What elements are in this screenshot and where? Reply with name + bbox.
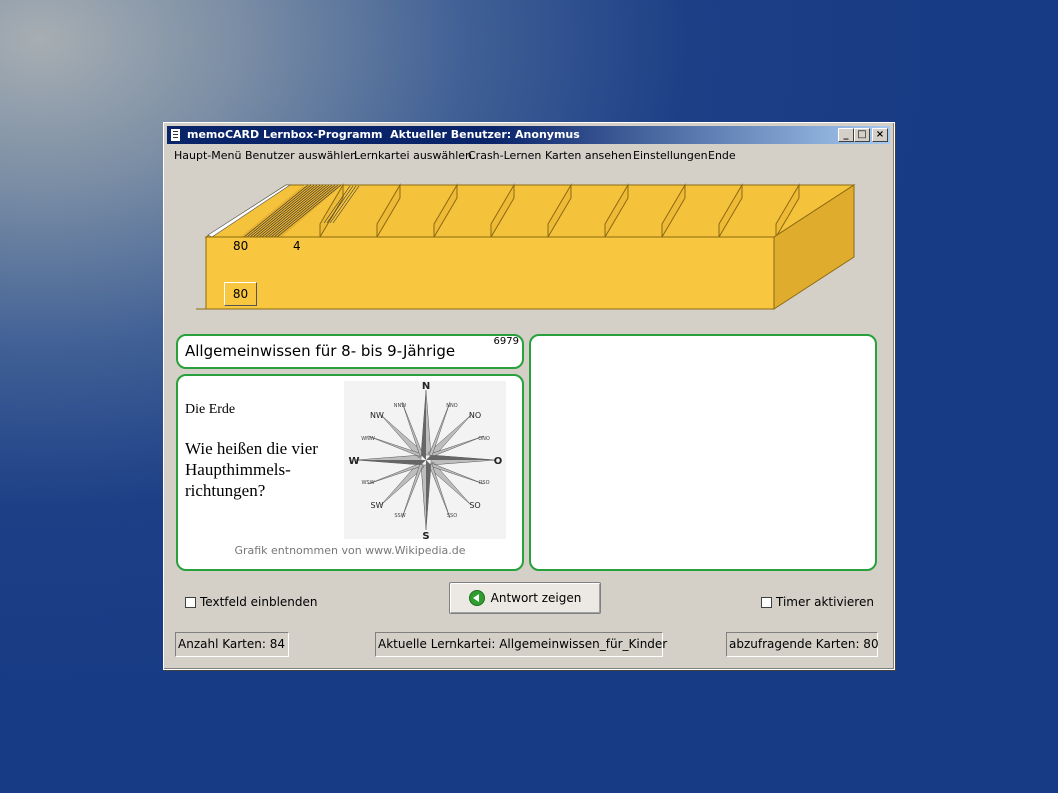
main-window: memoCARD Lernbox-Programm Aktueller Benu…	[163, 122, 895, 670]
card-id: 6979	[493, 336, 519, 347]
compartment-1-button[interactable]: 80	[224, 282, 257, 306]
topic-panel: Allgemeinwissen für 8- bis 9-Jährige 697…	[176, 334, 524, 369]
question-line: Wie heißen die vier	[185, 439, 318, 458]
compass-no: NO	[469, 411, 481, 420]
textfield-toggle[interactable]: Textfeld einblenden	[185, 595, 318, 609]
question-line: richtungen?	[185, 481, 266, 500]
compass-rose: N S W O NW NO SW SO NNW NNO WNW ONO WSW …	[348, 381, 503, 542]
compass-nnw: NNW	[394, 403, 406, 409]
show-answer-label: Antwort zeigen	[490, 591, 582, 605]
timer-label: Timer aktivieren	[776, 595, 874, 609]
compass-ssw: SSW	[394, 513, 405, 519]
compass-sw: SW	[371, 501, 384, 510]
show-answer-button[interactable]: Antwort zeigen	[449, 582, 601, 614]
question-panel: Die Erde Wie heißen die vier Haupthimmel…	[176, 374, 524, 571]
answer-panel	[529, 334, 877, 571]
compass-south: S	[422, 531, 429, 539]
image-credit: Grafik entnommen von www.Wikipedia.de	[234, 544, 466, 557]
compass-west: W	[348, 456, 359, 467]
status-card-count: Anzahl Karten: 84	[175, 632, 289, 657]
compass-north: N	[422, 381, 430, 392]
compass-so: SO	[469, 501, 480, 510]
timer-checkbox[interactable]	[761, 596, 772, 608]
back-arrow-icon	[468, 590, 485, 606]
compass-ono: ONO	[478, 436, 490, 442]
compass-nno: NNO	[446, 403, 457, 409]
question-line: Haupthimmels-	[185, 460, 291, 479]
status-cards-to-query: abzufragende Karten: 80	[726, 632, 879, 657]
status-current-box: Aktuelle Lernkartei: Allgemeinwissen_für…	[375, 632, 667, 657]
compass-east: O	[494, 456, 503, 467]
question-heading: Die Erde	[185, 402, 236, 417]
compass-oso: OSO	[478, 480, 489, 486]
timer-toggle[interactable]: Timer aktivieren	[761, 595, 874, 609]
question-text: Wie heißen die vier Haupthimmels- richtu…	[185, 438, 345, 501]
lernbox-front	[205, 236, 775, 310]
compass-sso: SSO	[447, 513, 457, 519]
compartment-2-count: 4	[293, 239, 301, 253]
textfield-checkbox[interactable]	[185, 596, 196, 608]
compass-wsw: WSW	[361, 480, 374, 486]
lernbox-graphic: 80 4	[196, 183, 856, 310]
textfield-label: Textfeld einblenden	[200, 595, 318, 609]
compass-image: N S W O NW NO SW SO NNW NNO WNW ONO WSW …	[344, 381, 506, 542]
compartment-1-count: 80	[233, 239, 248, 253]
topic-title: Allgemeinwissen für 8- bis 9-Jährige	[185, 342, 456, 360]
compass-wnw: WNW	[361, 436, 375, 442]
compass-nw: NW	[370, 411, 384, 420]
